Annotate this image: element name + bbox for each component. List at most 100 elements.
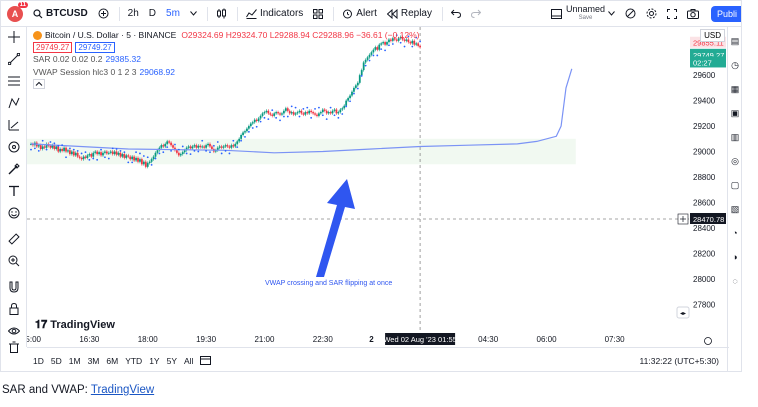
magnet-icon[interactable]	[7, 281, 21, 295]
sar-dot	[197, 150, 200, 153]
sar-dot	[259, 120, 262, 123]
user-avatar[interactable]: A 11	[7, 1, 28, 22]
candle-body	[251, 122, 254, 124]
text-tool-icon[interactable]	[7, 185, 21, 199]
trash-icon[interactable]	[7, 341, 21, 355]
layout-templates-button[interactable]	[309, 3, 327, 25]
candle-body	[277, 112, 279, 114]
fullscreen-button[interactable]	[663, 3, 681, 25]
candle-body	[177, 152, 180, 156]
data-window-icon[interactable]: ▦	[729, 83, 741, 95]
layout-button[interactable]: Unnamed Save	[547, 3, 619, 25]
quick-search-button[interactable]	[621, 3, 640, 25]
candle-body	[84, 156, 87, 158]
sar-dot	[123, 151, 126, 154]
alarm-icon[interactable]: ◷	[729, 59, 741, 71]
x-tick-label: 07:30	[605, 335, 626, 344]
sar-dot	[333, 114, 336, 117]
interval-d[interactable]: D	[145, 3, 160, 25]
fib-retracement-icon[interactable]	[7, 75, 21, 89]
sar-label: SAR 0.02 0.02 0.2	[33, 54, 103, 64]
chevron-up-icon[interactable]	[33, 79, 45, 89]
ask-price[interactable]: 29749.27	[75, 42, 115, 53]
indicators-button[interactable]: Indicators	[242, 3, 307, 25]
shapes-icon[interactable]	[7, 141, 21, 155]
chart-type-button[interactable]	[212, 3, 231, 25]
crosshair-icon[interactable]	[7, 31, 21, 45]
watchlist-icon[interactable]: ▤	[729, 35, 741, 47]
lock-drawings-icon[interactable]	[7, 302, 21, 317]
alert-button[interactable]: Alert	[338, 3, 381, 25]
range-5y[interactable]: 5Y	[167, 356, 177, 366]
clock[interactable]: 11:32:22 (UTC+5:30)	[640, 356, 719, 366]
sar-dot	[127, 161, 130, 164]
symbol-search[interactable]: BTCUSD	[29, 3, 92, 25]
eye-icon[interactable]	[7, 325, 21, 339]
sar-dot	[220, 152, 223, 155]
go-to-date-button[interactable]	[200, 355, 212, 367]
legend-title: Bitcoin / U.S. Dollar · 5 · BINANCE	[45, 30, 177, 40]
ideas-icon[interactable]: ◎	[729, 155, 741, 167]
settings-button[interactable]	[642, 3, 661, 25]
range-1d[interactable]: 1D	[33, 356, 44, 366]
notifications-icon[interactable]: ◔	[729, 227, 741, 239]
emoji-icon[interactable]	[7, 207, 21, 221]
help-icon[interactable]: ◌	[729, 275, 741, 287]
interval-2h[interactable]: 2h	[124, 3, 143, 25]
y-tick-label: 29000	[693, 148, 716, 157]
sar-dot	[181, 145, 184, 148]
compare-button[interactable]	[94, 3, 113, 25]
sar-dot	[212, 144, 215, 147]
screener-icon[interactable]: ▧	[729, 203, 741, 215]
ruler-icon[interactable]	[7, 233, 21, 247]
streams-icon[interactable]: ◑	[729, 251, 741, 263]
hotlists-icon[interactable]: ▣	[729, 107, 741, 119]
calendar-goto-icon	[200, 355, 212, 365]
range-6m[interactable]: 6M	[106, 356, 118, 366]
zoom-in-icon[interactable]	[7, 255, 21, 269]
replay-button[interactable]: Replay	[383, 3, 436, 25]
range-3m[interactable]: 3M	[88, 356, 100, 366]
redo-button[interactable]	[467, 3, 485, 25]
undo-button[interactable]	[447, 3, 465, 25]
bid-price[interactable]: 29749.27	[33, 42, 73, 53]
sar-dot	[290, 105, 293, 108]
range-ytd[interactable]: YTD	[125, 356, 142, 366]
y-tick-label: 28800	[693, 173, 716, 182]
prediction-icon[interactable]	[7, 119, 21, 133]
y-tick-label: 29200	[693, 122, 716, 131]
sar-dot	[170, 150, 172, 152]
range-1m[interactable]: 1M	[69, 356, 81, 366]
range-1y[interactable]: 1Y	[149, 356, 159, 366]
divider	[333, 6, 335, 21]
x-tick-label: 21:00	[254, 335, 275, 344]
publish-button[interactable]: Publi	[710, 5, 741, 22]
legend-sar-row[interactable]: SAR 0.02 0.02 0.2 29385.32	[33, 53, 420, 66]
chat-icon[interactable]: ▢	[729, 179, 741, 191]
pattern-icon[interactable]	[7, 97, 21, 111]
divider	[118, 6, 120, 21]
chart-pane[interactable]: 29600 29400 29200 29000 28800 28600 28400 28200…	[27, 27, 727, 347]
candle-body	[257, 118, 260, 121]
snapshot-button[interactable]	[683, 3, 703, 25]
sar-dot	[349, 100, 351, 103]
camera-icon	[686, 8, 699, 19]
candle-body	[49, 145, 52, 148]
range-5d[interactable]: 5D	[51, 356, 62, 366]
legend-vwap-row[interactable]: VWAP Session hlc3 0 1 2 3 29068.92	[33, 66, 420, 79]
currency-selector[interactable]: USD	[700, 29, 725, 42]
interval-5m[interactable]: 5m	[162, 3, 184, 25]
calendar-icon[interactable]: ▥	[729, 131, 741, 143]
caption-link[interactable]: TradingView	[91, 384, 154, 396]
trend-line-icon[interactable]	[7, 52, 21, 67]
interval-dropdown[interactable]	[186, 3, 201, 25]
y-tick-label: 28200	[693, 249, 716, 258]
candle-body	[319, 112, 322, 114]
candle-body	[310, 110, 313, 113]
brush-icon[interactable]	[7, 163, 21, 177]
sar-dot	[115, 148, 118, 150]
candle-body	[144, 161, 147, 167]
sar-dot	[146, 156, 149, 159]
candle-body	[281, 113, 283, 115]
range-all[interactable]: All	[184, 356, 193, 366]
